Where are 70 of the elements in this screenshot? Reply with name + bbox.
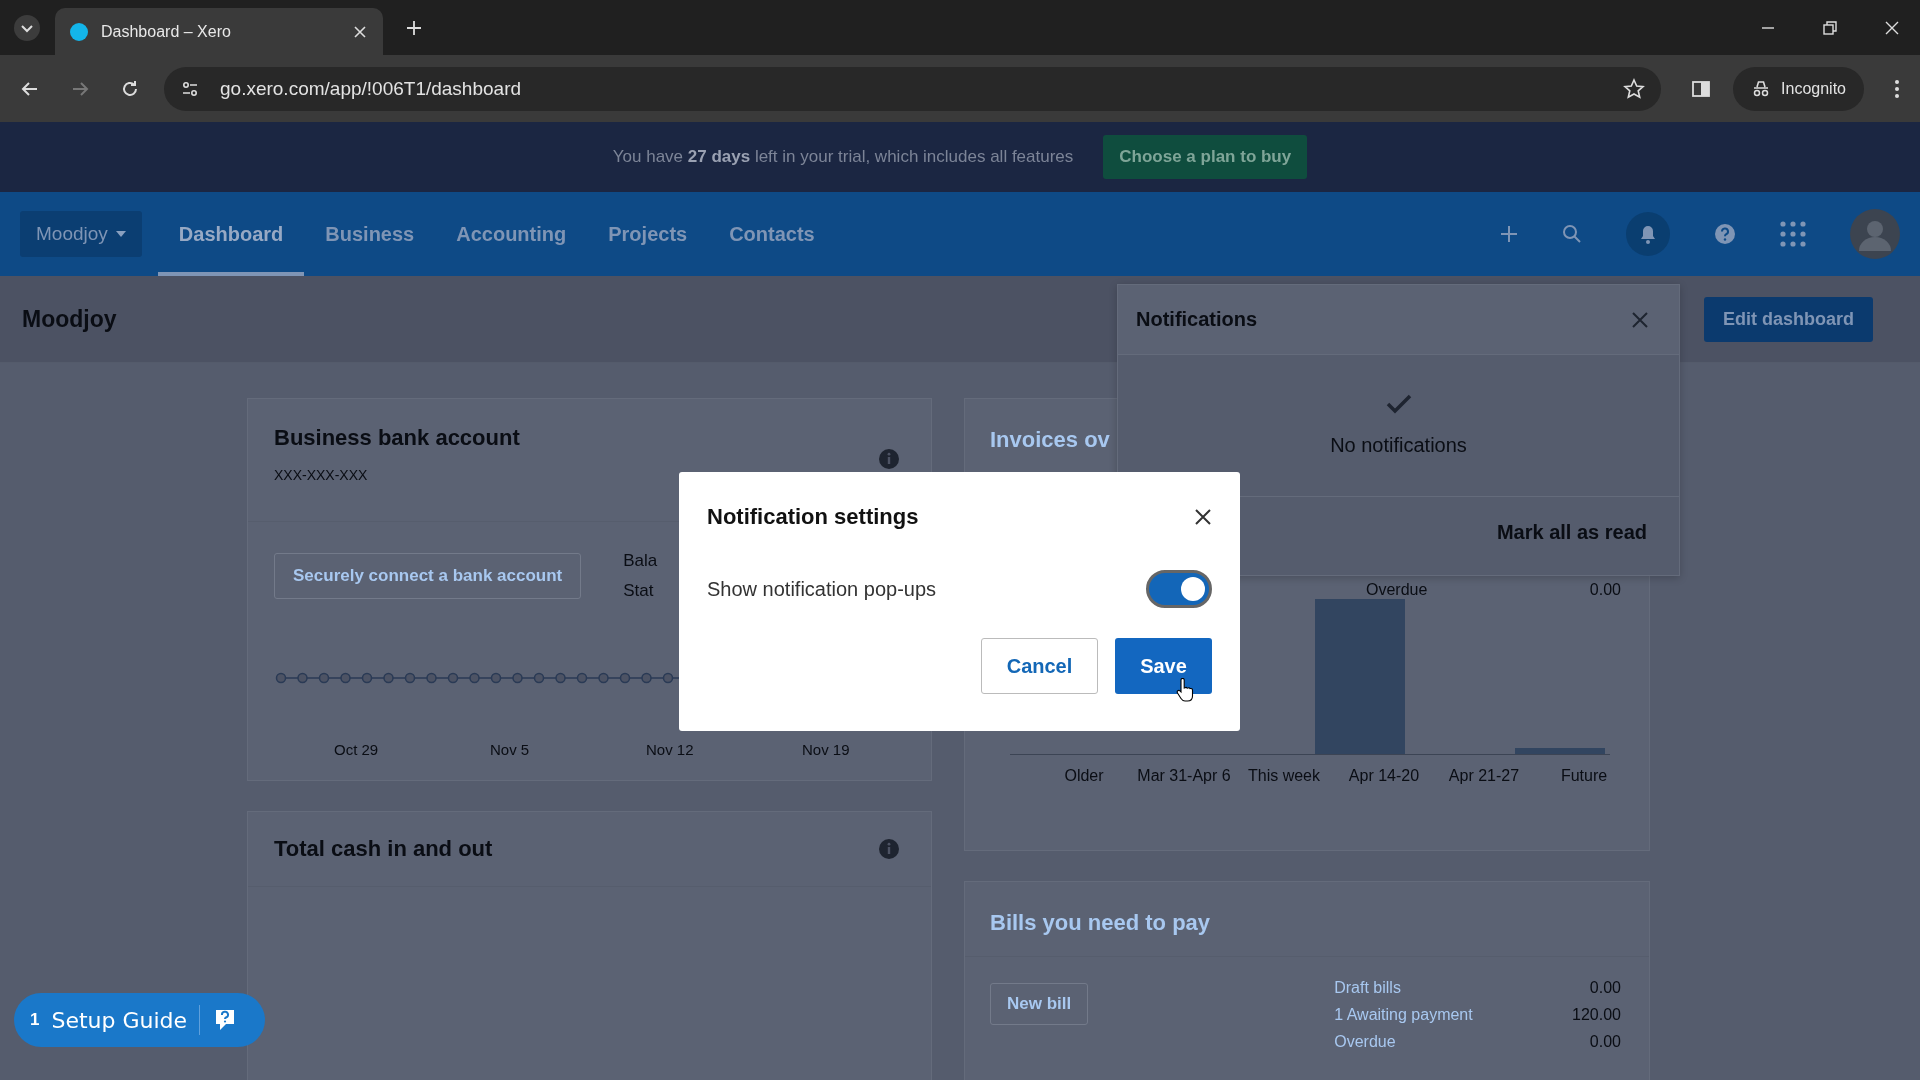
cancel-button[interactable]: Cancel [981, 638, 1098, 694]
connect-bank-button[interactable]: Securely connect a bank account [274, 553, 582, 599]
incognito-badge[interactable]: Incognito [1733, 66, 1864, 111]
info-icon[interactable] [879, 839, 899, 859]
nav-tab[interactable]: Accounting [435, 192, 588, 276]
new-bill-button[interactable]: New bill [990, 983, 1089, 1025]
help-icon[interactable] [1714, 223, 1736, 245]
axis-label: This week [1247, 767, 1321, 785]
close-icon[interactable] [1194, 508, 1212, 526]
axis-label: Mar 31-Apr 6 [1136, 767, 1232, 785]
axis-label: Apr 14-20 [1347, 767, 1421, 785]
axis-label: Apr 21-27 [1447, 767, 1521, 785]
overdue-amount: 0.00 [1589, 581, 1621, 599]
balance-label: Bala [623, 551, 659, 571]
nav-tab[interactable]: Projects [587, 192, 709, 276]
tab-title: Dashboard – Xero [101, 22, 232, 41]
axis-label: Future [1559, 767, 1609, 785]
edit-dashboard-button[interactable]: Edit dashboard [1704, 296, 1873, 342]
bill-status-link[interactable]: Draft bills [1334, 979, 1401, 997]
card-title: Business bank account [274, 425, 521, 451]
axis-label: Older [1063, 767, 1105, 785]
info-icon[interactable] [879, 449, 899, 469]
apps-grid-icon[interactable] [1780, 221, 1806, 247]
overdue-label: Overdue [1366, 581, 1428, 599]
account-number: XXX-XXX-XXX [274, 467, 369, 483]
axis-label: Nov 19 [802, 741, 851, 758]
url-text: go.xero.com/app/!006T1/dashboard [220, 77, 523, 100]
search-icon[interactable] [1562, 224, 1582, 244]
star-icon[interactable] [1623, 77, 1646, 100]
tab-list-icon[interactable] [13, 13, 41, 42]
setting-label: Show notification pop-ups [707, 577, 937, 601]
page-title: Moodjoy [22, 305, 117, 333]
bill-amount: 120.00 [1572, 1006, 1621, 1024]
card-title: Invoices ov [990, 427, 1110, 453]
bill-status-link[interactable]: Overdue [1334, 1033, 1396, 1051]
mark-all-read-button[interactable]: Mark all as read [1496, 521, 1647, 544]
bill-status-link[interactable]: 1 Awaiting payment [1334, 1006, 1473, 1024]
panel-title: Notifications [1136, 308, 1258, 331]
card-title: Bills you need to pay [965, 882, 1649, 957]
checkmark-icon [1385, 394, 1412, 414]
caret-icon [115, 231, 126, 237]
empty-message: No notifications [1330, 434, 1467, 457]
toggle-switch[interactable] [1146, 570, 1212, 608]
bill-amount: 0.00 [1589, 1033, 1621, 1051]
bell-icon[interactable] [1626, 212, 1670, 256]
step-count: 1 [30, 1010, 40, 1030]
nav-tab[interactable]: Business [304, 192, 436, 276]
choose-plan-button[interactable]: Choose a plan to buy [1103, 135, 1308, 179]
add-icon[interactable] [1500, 225, 1518, 243]
card-title: Total cash in and out [274, 836, 493, 862]
axis-label: Oct 29 [334, 741, 380, 758]
bill-amount: 0.00 [1589, 979, 1621, 997]
trial-message: You have 27 days left in your trial, which includes all features [612, 147, 1074, 167]
side-panel-icon[interactable] [1691, 78, 1712, 99]
more-menu-icon[interactable] [1894, 78, 1900, 99]
pointer-cursor-icon [1176, 678, 1194, 702]
address-bar[interactable]: go.xero.com/app/!006T1/dashboard [164, 66, 1662, 111]
browser-tab[interactable]: Dashboard – Xero [55, 8, 383, 55]
xero-logo-icon [69, 21, 89, 42]
new-tab-icon[interactable] [405, 18, 423, 37]
reload-icon[interactable] [120, 78, 140, 99]
setup-guide-button[interactable]: 1 Setup Guide [14, 993, 265, 1047]
axis-label: Nov 5 [490, 741, 531, 758]
axis-label: Nov 12 [646, 741, 695, 758]
nav-tab[interactable]: Contacts [708, 192, 836, 276]
organisation-menu[interactable]: Moodjoy [20, 211, 142, 257]
balance-label: Stat [623, 581, 655, 601]
save-button[interactable]: Save [1115, 638, 1212, 694]
restore-icon[interactable] [1822, 19, 1838, 36]
dialog-title: Notification settings [707, 504, 919, 530]
